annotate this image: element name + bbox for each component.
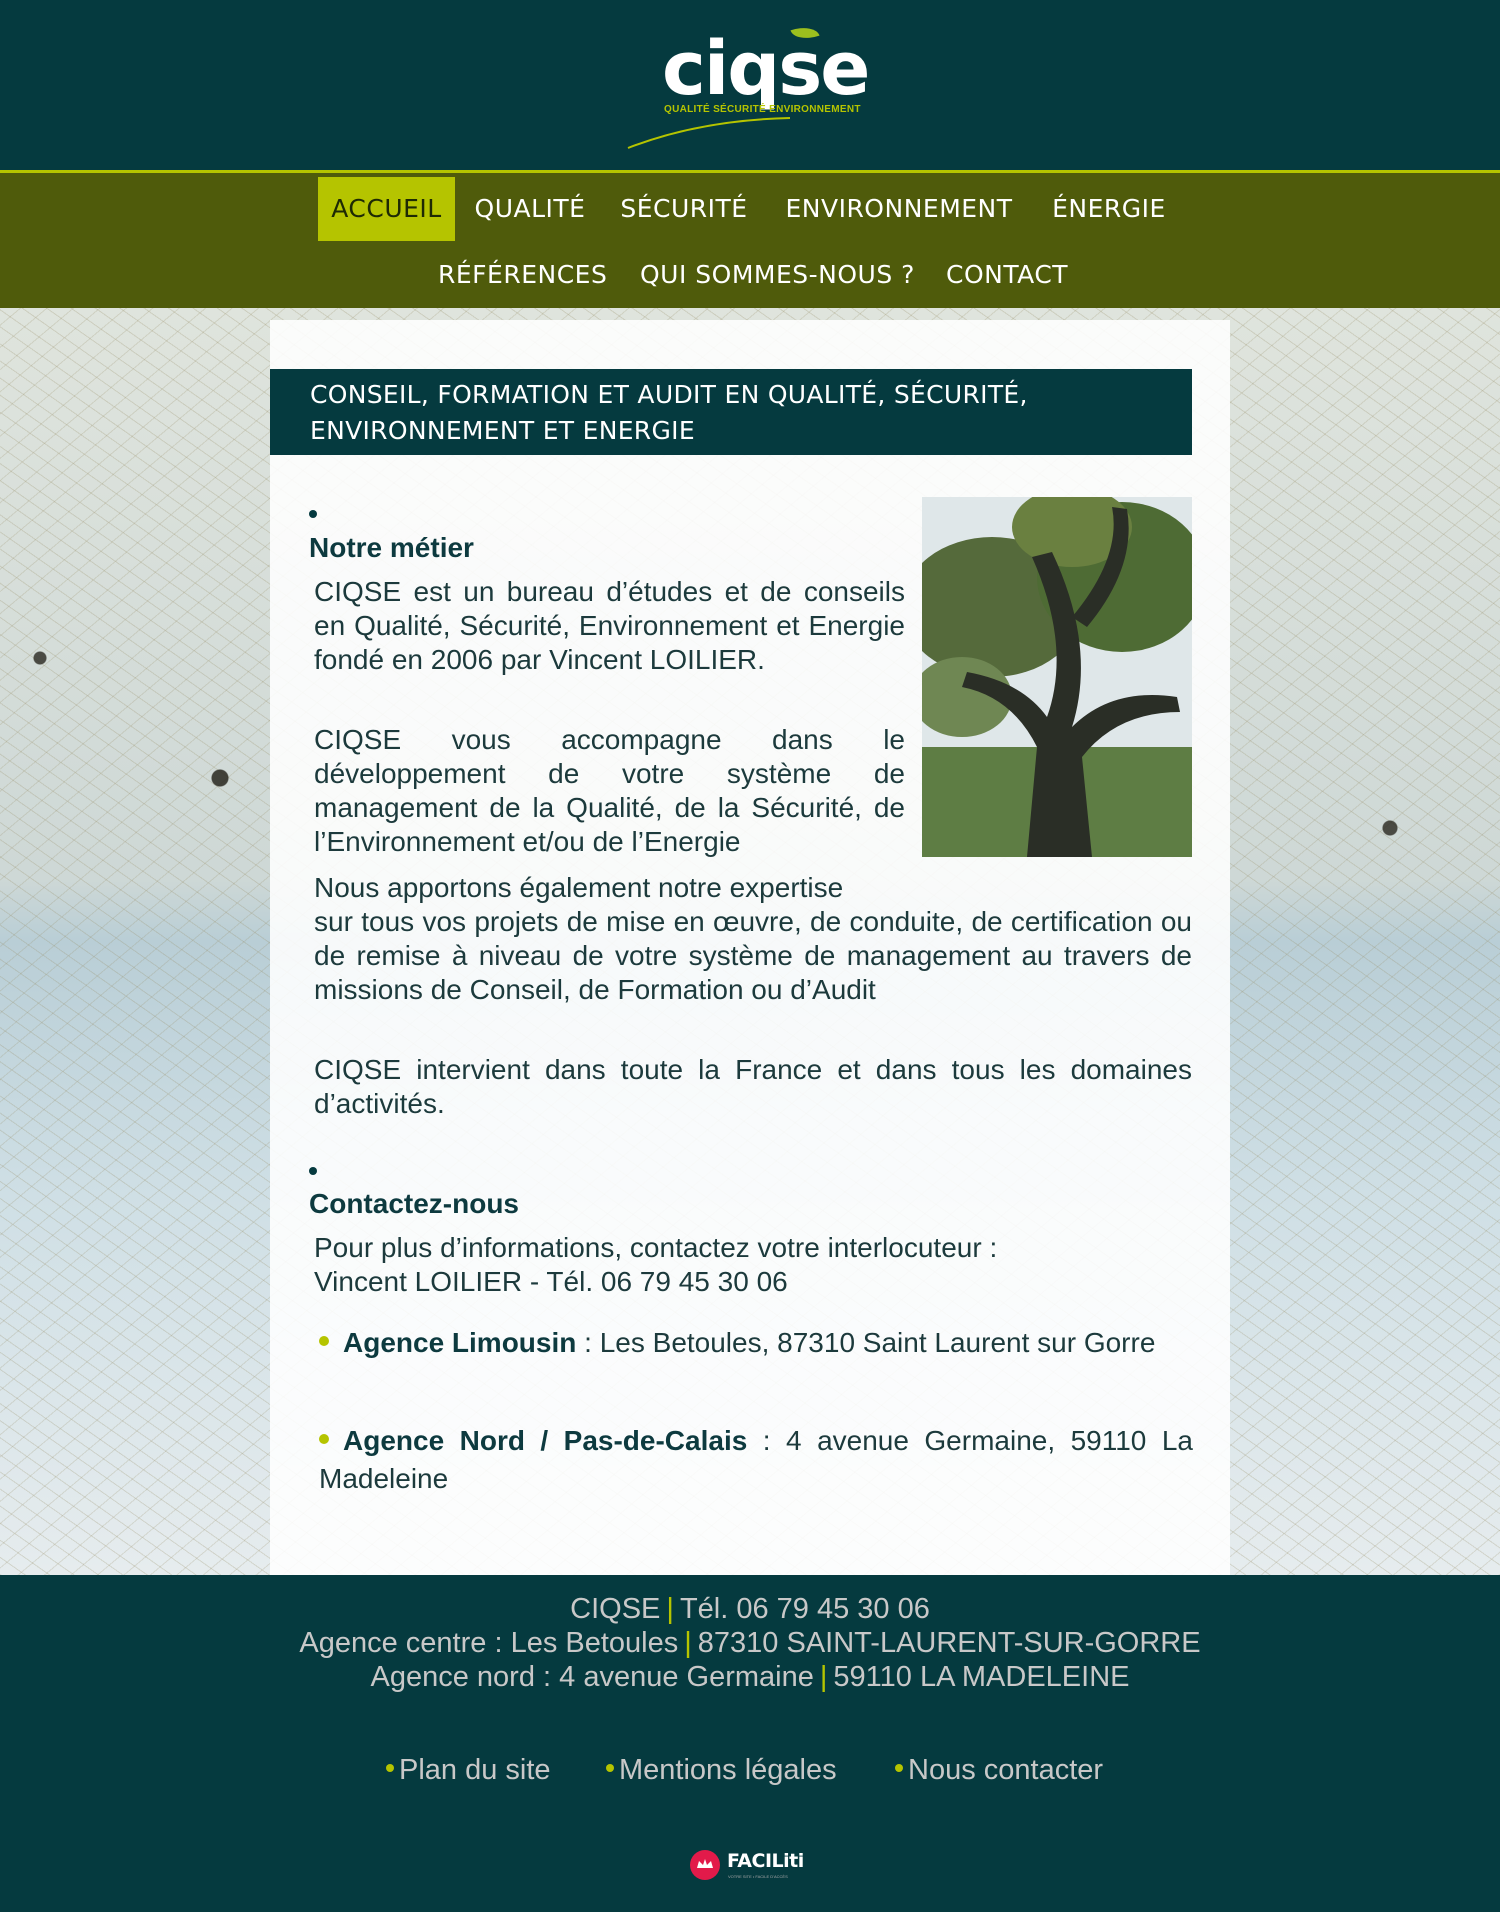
agency-limousin: Agence Limousin : Les Betoules, 87310 Sa… bbox=[319, 1324, 1193, 1362]
footer-line-company: CIQSE | Tél. 06 79 45 30 06 bbox=[0, 1592, 1500, 1626]
paragraph: CIQSE vous accompagne dans le développem… bbox=[314, 724, 905, 857]
footer-city: 87310 SAINT-LAURENT-SUR-GORRE bbox=[697, 1627, 1201, 1659]
contact-intro-phone: Vincent LOILIER - Tél. 06 79 45 30 06 bbox=[314, 1266, 788, 1297]
main-nav: ACCUEIL QUALITÉ SÉCURITÉ ENVIRONNEMENT É… bbox=[0, 173, 1500, 308]
footer-address: Agence centre : Les Betoules bbox=[299, 1627, 679, 1659]
nav-item-contact[interactable]: CONTACT bbox=[946, 243, 1068, 307]
nav-item-qui-sommes-nous[interactable]: QUI SOMMES-NOUS ? bbox=[640, 243, 914, 307]
site-header: ciqse QUALITÉ SÉCURITÉ ENVIRONNEMENT bbox=[0, 0, 1500, 173]
footer-address: Agence nord : 4 avenue Germaine bbox=[370, 1661, 814, 1693]
green-bullet-icon bbox=[606, 1764, 614, 1773]
page-banner: CONSEIL, FORMATION ET AUDIT EN QUALITÉ, … bbox=[270, 369, 1192, 455]
agency-name: Agence Limousin bbox=[343, 1327, 577, 1358]
faciliti-subtitle: VOTRE SITE • FACILE D'ACCÈS bbox=[728, 1874, 788, 1879]
section-title-metier: Notre métier bbox=[309, 532, 474, 563]
separator: | bbox=[819, 1661, 828, 1693]
faciliti-label: FACILiti bbox=[727, 1850, 804, 1872]
footer-link-mentions-legales[interactable]: Mentions légales bbox=[606, 1753, 837, 1787]
page-title: CONSEIL, FORMATION ET AUDIT EN QUALITÉ, … bbox=[310, 380, 1028, 445]
bullet-icon bbox=[309, 510, 317, 518]
footer-link-label: Plan du site bbox=[399, 1754, 551, 1786]
logo-wordmark: ciqse bbox=[662, 26, 870, 112]
contact-intro-line: Pour plus d’informations, contactez votr… bbox=[314, 1232, 998, 1263]
footer-company: CIQSE bbox=[570, 1593, 661, 1625]
swoosh-icon bbox=[627, 117, 791, 149]
nav-item-references[interactable]: RÉFÉRENCES bbox=[438, 243, 607, 307]
nav-item-accueil[interactable]: ACCUEIL bbox=[318, 177, 455, 241]
faciliti-crown-icon bbox=[690, 1850, 720, 1880]
footer-phone: Tél. 06 79 45 30 06 bbox=[679, 1593, 930, 1625]
nav-item-securite[interactable]: SÉCURITÉ bbox=[614, 177, 754, 241]
footer-link-label: Nous contacter bbox=[908, 1754, 1104, 1786]
green-bullet-icon bbox=[319, 1335, 329, 1346]
ciqse-logo[interactable]: ciqse QUALITÉ SÉCURITÉ ENVIRONNEMENT bbox=[620, 22, 890, 152]
paragraph: sur tous vos projets de mise en œuvre, d… bbox=[314, 906, 1192, 1005]
nav-item-qualite[interactable]: QUALITÉ bbox=[474, 177, 586, 241]
footer-city: 59110 LA MADELEINE bbox=[833, 1661, 1130, 1693]
green-bullet-icon bbox=[386, 1764, 394, 1773]
agency-nord: Agence Nord / Pas-de-Calais : 4 avenue G… bbox=[319, 1422, 1193, 1498]
bullet-icon bbox=[309, 1167, 317, 1175]
footer-line-agence-centre: Agence centre : Les Betoules | 87310 SAINT… bbox=[0, 1626, 1500, 1660]
paragraph: CIQSE est un bureau d’études et de conse… bbox=[314, 576, 905, 675]
contact-intro: Pour plus d’informations, contactez votr… bbox=[314, 1231, 1192, 1299]
agency-address: : Les Betoules, 87310 Saint Laurent sur … bbox=[576, 1327, 1156, 1358]
paragraph: Nous apportons également notre expertise bbox=[314, 872, 844, 903]
paragraph: CIQSE intervient dans toute la France et… bbox=[314, 1054, 1192, 1119]
green-bullet-icon bbox=[319, 1433, 329, 1444]
separator: | bbox=[666, 1593, 674, 1625]
agency-name: Agence Nord / Pas-de-Calais bbox=[343, 1425, 748, 1456]
footer-link-plan-du-site[interactable]: Plan du site bbox=[386, 1753, 551, 1787]
footer-line-agence-nord: Agence nord : 4 avenue Germaine | 59110 LA… bbox=[0, 1660, 1500, 1694]
content-card: CONSEIL, FORMATION ET AUDIT EN QUALITÉ, … bbox=[270, 320, 1230, 1575]
oak-tree-image bbox=[922, 497, 1192, 857]
separator: | bbox=[684, 1627, 692, 1659]
section-title-contact: Contactez-nous bbox=[309, 1188, 519, 1219]
footer-link-label: Mentions légales bbox=[619, 1754, 837, 1786]
nav-item-environnement[interactable]: ENVIRONNEMENT bbox=[780, 177, 1018, 241]
footer-link-nous-contacter[interactable]: Nous contacter bbox=[895, 1753, 1103, 1787]
green-bullet-icon bbox=[895, 1764, 903, 1773]
nav-item-energie[interactable]: ÉNERGIE bbox=[1044, 177, 1174, 241]
